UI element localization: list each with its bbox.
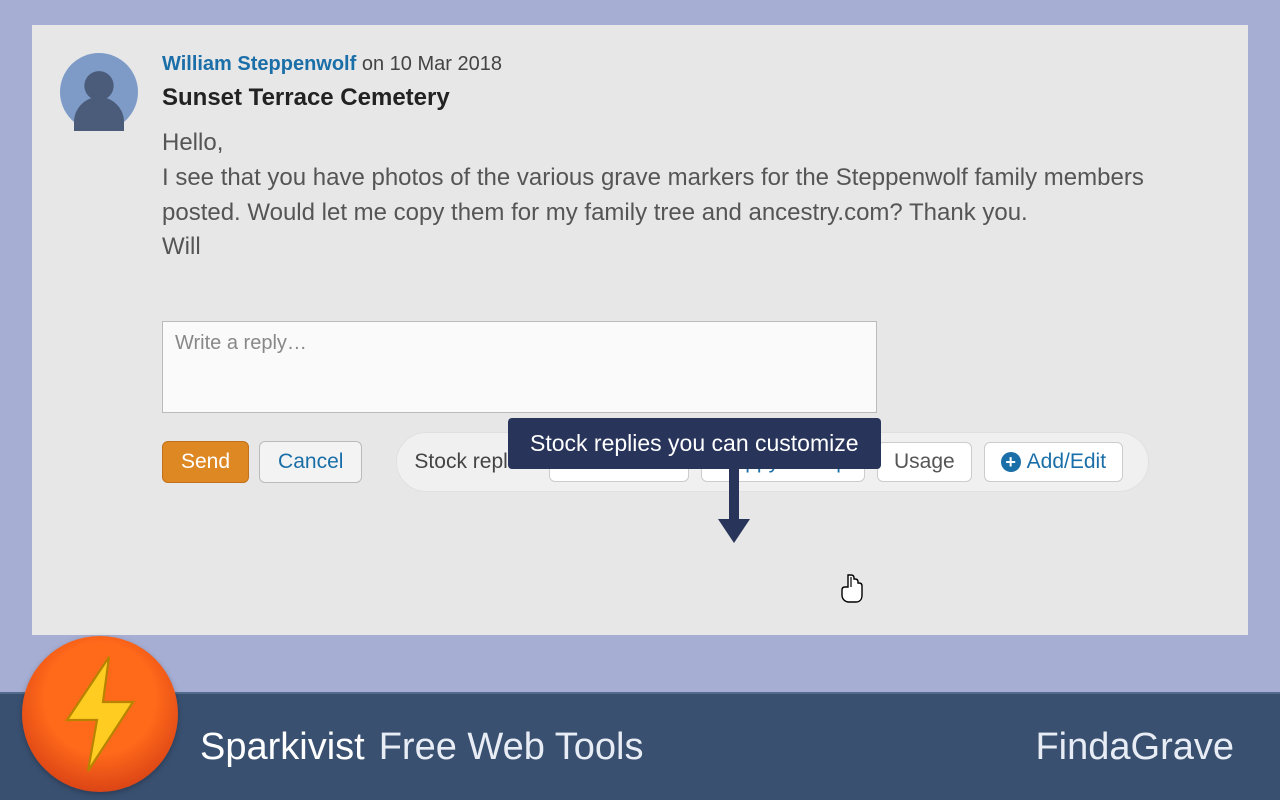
avatar[interactable] xyxy=(60,53,138,131)
footer-brand: Sparkivist xyxy=(200,726,365,769)
message-card: William Steppenwolf on 10 Mar 2018 Sunse… xyxy=(32,25,1248,635)
cursor-pointer-icon xyxy=(840,573,864,610)
callout-tooltip: Stock replies you can customize xyxy=(508,418,881,469)
reply-input[interactable] xyxy=(162,321,877,413)
cancel-button[interactable]: Cancel xyxy=(259,441,362,483)
callout-arrow-icon xyxy=(714,463,754,547)
send-button[interactable]: Send xyxy=(162,441,249,483)
stock-reply-add-edit[interactable]: + Add/Edit xyxy=(984,442,1123,482)
post-message: Hello,I see that you have photos of the … xyxy=(162,126,1172,265)
post-timestamp: on 10 Mar 2018 xyxy=(356,53,502,75)
footer-right: FindaGrave xyxy=(1035,726,1234,769)
footer-tagline: Free Web Tools xyxy=(379,726,644,769)
add-edit-label: Add/Edit xyxy=(1027,450,1106,474)
sparkivist-logo xyxy=(22,636,178,792)
author-link[interactable]: William Steppenwolf xyxy=(162,53,356,75)
post-title: Sunset Terrace Cemetery xyxy=(162,84,1220,112)
post-meta: William Steppenwolf on 10 Mar 2018 xyxy=(162,53,1220,76)
footer-bar: Sparkivist Free Web Tools FindaGrave xyxy=(0,692,1280,800)
plus-icon: + xyxy=(1001,452,1021,472)
stock-reply-usage[interactable]: Usage xyxy=(877,442,972,482)
